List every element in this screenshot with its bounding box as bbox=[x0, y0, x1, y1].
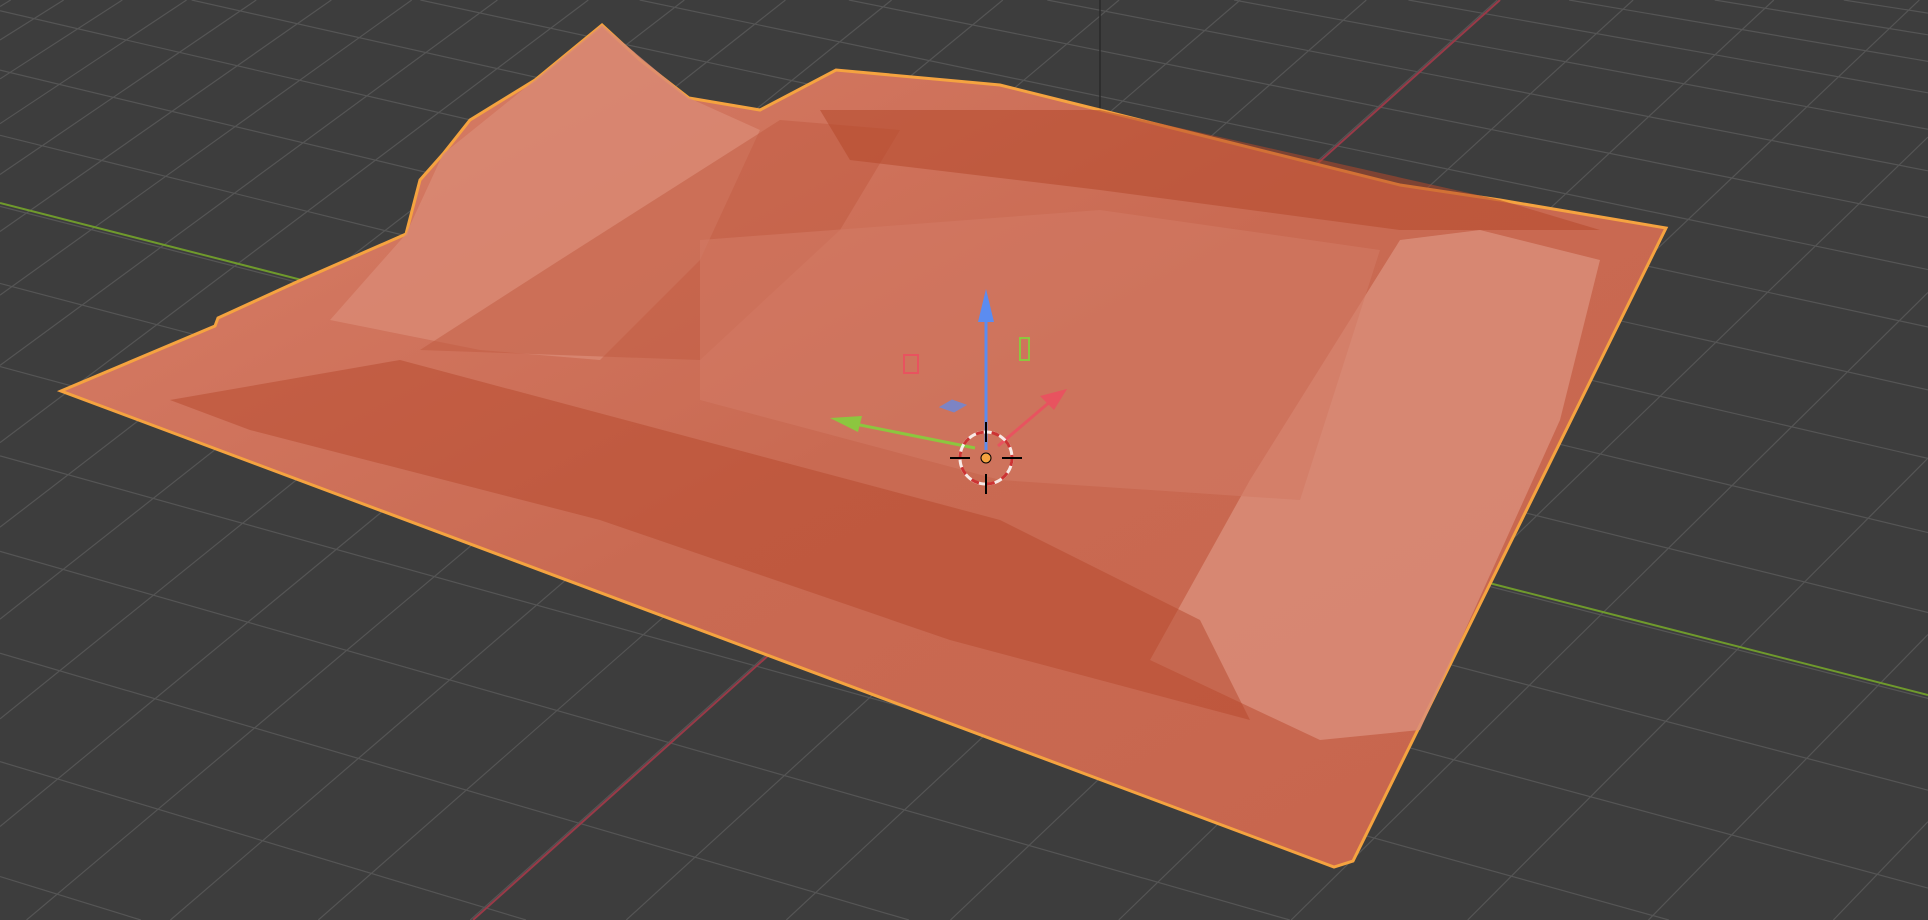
grid-line bbox=[1234, 0, 1928, 130]
3d-viewport[interactable] bbox=[0, 0, 1928, 920]
grid-line bbox=[0, 761, 527, 920]
grid-line bbox=[1467, 457, 1928, 920]
grid-line bbox=[0, 0, 123, 80]
grid-line bbox=[1714, 0, 1928, 36]
grid-line bbox=[0, 0, 12, 8]
grid-line bbox=[1568, 0, 1928, 62]
grid-line bbox=[0, 0, 332, 233]
grid-line bbox=[0, 0, 257, 175]
viewport-canvas[interactable] bbox=[0, 0, 1928, 920]
object-origin bbox=[980, 452, 992, 464]
grid-line bbox=[1843, 0, 1928, 14]
grid-line bbox=[0, 0, 413, 296]
grid-line bbox=[1832, 821, 1928, 920]
grid-line bbox=[0, 0, 65, 41]
terrain-mesh[interactable] bbox=[56, 23, 1669, 869]
